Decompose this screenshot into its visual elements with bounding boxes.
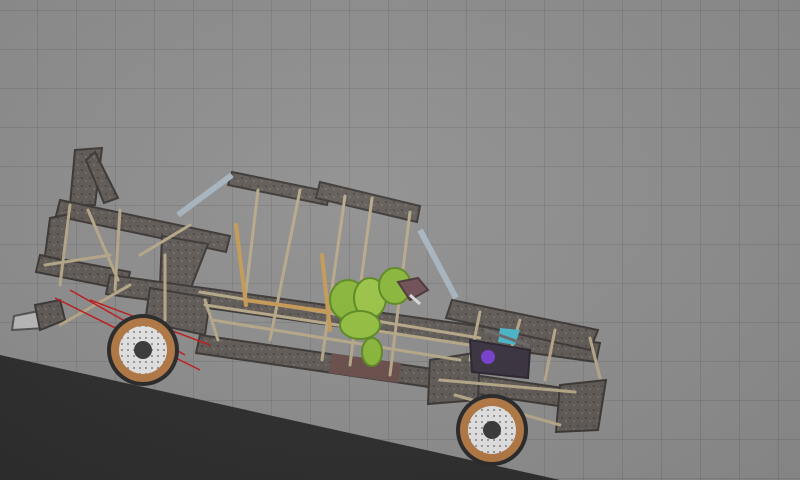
scene-canvas[interactable] <box>0 0 800 480</box>
rear-wheel[interactable] <box>107 314 179 386</box>
sandbox-scene[interactable] <box>0 0 800 480</box>
front-wheel[interactable] <box>456 394 528 466</box>
